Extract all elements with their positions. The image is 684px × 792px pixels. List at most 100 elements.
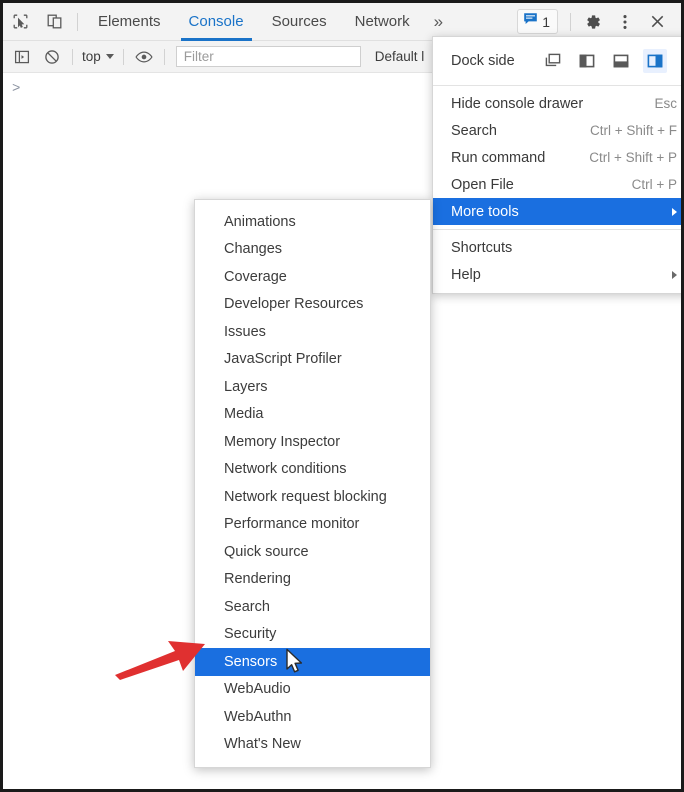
submenu-item-network-conditions[interactable]: Network conditions <box>195 456 430 484</box>
submenu-item-rendering[interactable]: Rendering <box>195 566 430 594</box>
menu-item-shortcut: Ctrl + Shift + F <box>589 123 677 138</box>
toolbar-divider <box>77 12 78 31</box>
dock-side-label: Dock side <box>451 53 515 69</box>
submenu-item-label: Animations <box>224 213 296 230</box>
execution-context-label: top <box>82 49 101 64</box>
filter-placeholder: Filter <box>183 49 214 64</box>
submenu-item-javascript-profiler[interactable]: JavaScript Profiler <box>195 346 430 374</box>
submenu-item-webaudio[interactable]: WebAudio <box>195 676 430 704</box>
menu-item-shortcut: Ctrl + Shift + P <box>589 150 677 165</box>
submenu-item-label: Rendering <box>224 571 291 588</box>
gear-icon[interactable] <box>577 4 609 40</box>
submenu-item-changes[interactable]: Changes <box>195 236 430 264</box>
chevron-right-icon <box>672 270 677 279</box>
submenu-item-developer-resources[interactable]: Developer Resources <box>195 291 430 319</box>
submenu-item-label: Issues <box>224 323 266 340</box>
menu-item-run-command[interactable]: Run command Ctrl + Shift + P <box>433 144 681 171</box>
submenu-item-label: Performance monitor <box>224 516 360 533</box>
tab-network[interactable]: Network <box>341 3 424 41</box>
dock-side-options <box>541 49 679 73</box>
submenu-item-label: Network request blocking <box>224 488 387 505</box>
submenu-item-security[interactable]: Security <box>195 621 430 649</box>
submenu-item-performance-monitor[interactable]: Performance monitor <box>195 511 430 539</box>
menu-item-label: Search <box>451 122 497 139</box>
submenu-item-label: Quick source <box>224 543 309 560</box>
menu-item-more-tools[interactable]: More tools <box>433 198 681 225</box>
devtools-main-menu: Dock side Hide console drawer Esc Search… <box>432 36 681 294</box>
submenu-item-whats-new[interactable]: What's New <box>195 731 430 759</box>
submenu-item-label: Network conditions <box>224 461 347 478</box>
execution-context-selector[interactable]: top <box>78 49 118 64</box>
menu-item-label: Hide console drawer <box>451 95 584 112</box>
dock-side-row: Dock side <box>433 41 681 81</box>
submenu-item-label: Security <box>224 626 277 643</box>
issues-message-icon <box>523 12 538 31</box>
filter-input[interactable]: Filter <box>175 46 361 67</box>
console-prompt: > <box>12 81 21 97</box>
tab-bar-actions: 1 <box>517 3 681 41</box>
submenu-item-label: Sensors <box>224 653 278 670</box>
submenu-item-label: What's New <box>224 736 301 753</box>
tab-sources[interactable]: Sources <box>258 3 341 41</box>
dock-to-bottom-icon[interactable] <box>609 49 633 73</box>
console-toolbar-divider-2 <box>122 48 124 65</box>
menu-item-shortcut: Esc <box>654 96 677 111</box>
show-console-sidebar-icon[interactable] <box>7 42 37 72</box>
submenu-item-animations[interactable]: Animations <box>195 208 430 236</box>
inspect-element-icon[interactable] <box>3 4 37 40</box>
menu-item-label: More tools <box>451 203 519 220</box>
menu-item-hide-console-drawer[interactable]: Hide console drawer Esc <box>433 90 681 117</box>
submenu-item-network-request-blocking[interactable]: Network request blocking <box>195 483 430 511</box>
menu-item-open-file[interactable]: Open File Ctrl + P <box>433 171 681 198</box>
close-icon[interactable] <box>641 4 673 40</box>
chevron-right-icon <box>672 207 677 216</box>
submenu-item-label: Layers <box>224 378 268 395</box>
log-level-selector[interactable]: Default l <box>375 49 425 64</box>
submenu-item-quick-source[interactable]: Quick source <box>195 538 430 566</box>
menu-item-shortcuts[interactable]: Shortcuts <box>433 234 681 261</box>
device-toolbar-icon[interactable] <box>37 4 71 40</box>
kebab-menu-icon[interactable] <box>609 4 641 40</box>
submenu-item-media[interactable]: Media <box>195 401 430 429</box>
more-tabs-button[interactable]: » <box>424 3 453 41</box>
console-toolbar-divider-1 <box>72 48 73 65</box>
menu-divider-2 <box>433 229 681 230</box>
clear-console-icon[interactable] <box>37 42 67 72</box>
submenu-item-label: WebAudio <box>224 681 291 698</box>
tab-console[interactable]: Console <box>175 3 258 41</box>
submenu-item-sensors[interactable]: Sensors <box>195 648 430 676</box>
live-expression-eye-icon[interactable] <box>129 42 159 72</box>
menu-item-label: Open File <box>451 176 514 193</box>
menu-item-search[interactable]: Search Ctrl + Shift + F <box>433 117 681 144</box>
actions-divider <box>570 12 571 31</box>
tab-elements[interactable]: Elements <box>84 3 175 41</box>
menu-item-shortcut: Ctrl + P <box>631 177 677 192</box>
submenu-item-label: Coverage <box>224 268 287 285</box>
submenu-item-label: Search <box>224 598 270 615</box>
dock-to-right-icon[interactable] <box>643 49 667 73</box>
log-level-label: Default l <box>374 49 425 64</box>
submenu-item-layers[interactable]: Layers <box>195 373 430 401</box>
menu-divider-1 <box>433 85 681 86</box>
dock-to-left-icon[interactable] <box>575 49 599 73</box>
submenu-item-label: WebAuthn <box>224 708 292 725</box>
more-tabs-label: » <box>433 11 444 31</box>
submenu-item-issues[interactable]: Issues <box>195 318 430 346</box>
submenu-item-label: Memory Inspector <box>224 433 341 450</box>
submenu-item-search[interactable]: Search <box>195 593 430 621</box>
console-toolbar-divider-3 <box>163 48 165 65</box>
menu-item-label: Shortcuts <box>451 239 513 256</box>
tab-elements-label: Elements <box>98 13 161 30</box>
submenu-item-webauthn[interactable]: WebAuthn <box>195 703 430 731</box>
more-tools-submenu: Animations Changes Coverage Developer Re… <box>194 199 431 768</box>
menu-item-label: Help <box>451 266 481 283</box>
chevron-down-icon <box>105 54 114 59</box>
issues-button[interactable]: 1 <box>517 9 558 34</box>
submenu-item-memory-inspector[interactable]: Memory Inspector <box>195 428 430 456</box>
submenu-item-coverage[interactable]: Coverage <box>195 263 430 291</box>
menu-item-help[interactable]: Help <box>433 261 681 288</box>
submenu-item-label: JavaScript Profiler <box>224 351 342 368</box>
submenu-item-label: Developer Resources <box>224 296 364 313</box>
undock-into-separate-window-icon[interactable] <box>541 49 565 73</box>
issues-count: 1 <box>542 13 550 30</box>
